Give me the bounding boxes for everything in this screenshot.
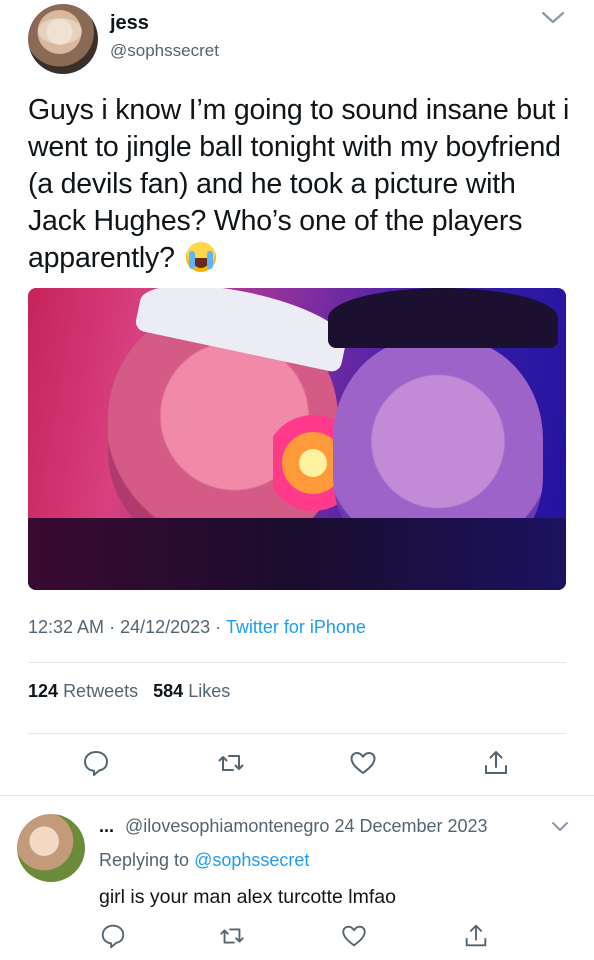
tweet-date: 24/12/2023 [120,617,211,637]
tweet-metadata: 12:32 AM · 24/12/2023 · Twitter for iPho… [28,617,366,638]
tweet-stats: 124 Retweets 584 Likes [28,681,230,702]
share-icon[interactable] [462,922,490,950]
chevron-down-icon[interactable] [538,8,568,28]
tweet-text: Guys i know I’m going to sound insane bu… [28,92,573,277]
crying-face-emoji-icon [186,242,217,272]
likes-count[interactable]: 584 [153,681,183,701]
likes-label[interactable]: Likes [188,681,230,701]
photo-shirts [28,518,566,590]
retweets-label[interactable]: Retweets [63,681,138,701]
reply-avatar[interactable] [17,814,85,882]
share-icon[interactable] [481,748,511,778]
reply-date: 24 December 2023 [334,816,488,836]
reply-tweet[interactable]: ... @ilovesophiamontenegro 24 December 2… [0,796,594,960]
replying-mention[interactable]: @sophssecret [194,850,309,870]
meta-separator: · [215,617,226,637]
replying-prefix: Replying to [99,850,190,870]
tweet-source-link[interactable]: Twitter for iPhone [226,617,366,637]
tweet-time: 12:32 AM [28,617,105,637]
avatar[interactable] [28,4,98,74]
like-icon[interactable] [348,748,378,778]
reply-display-name[interactable]: ... [99,816,114,836]
tweet-body: Guys i know I’m going to sound insane bu… [28,94,570,274]
meta-separator: · [109,617,121,637]
reply-handle[interactable]: @ilovesophiamontenegro [125,816,329,836]
retweets-count[interactable]: 124 [28,681,58,701]
tweet-photo[interactable] [28,288,566,590]
retweet-icon[interactable] [216,748,246,778]
reply-text: girl is your man alex turcotte lmfao [99,886,396,908]
user-handle[interactable]: @sophssecret [110,41,219,61]
reply-icon[interactable] [81,748,111,778]
reply-icon[interactable] [99,922,127,950]
display-name[interactable]: jess [110,12,149,35]
divider [28,733,566,734]
retweet-icon[interactable] [218,922,246,950]
chevron-down-icon[interactable] [549,818,571,836]
like-icon[interactable] [340,922,368,950]
replying-to: Replying to @sophssecret [99,850,309,871]
photo-cap-right [328,288,558,348]
reply-header: ... @ilovesophiamontenegro 24 December 2… [99,816,488,837]
divider [28,662,566,663]
